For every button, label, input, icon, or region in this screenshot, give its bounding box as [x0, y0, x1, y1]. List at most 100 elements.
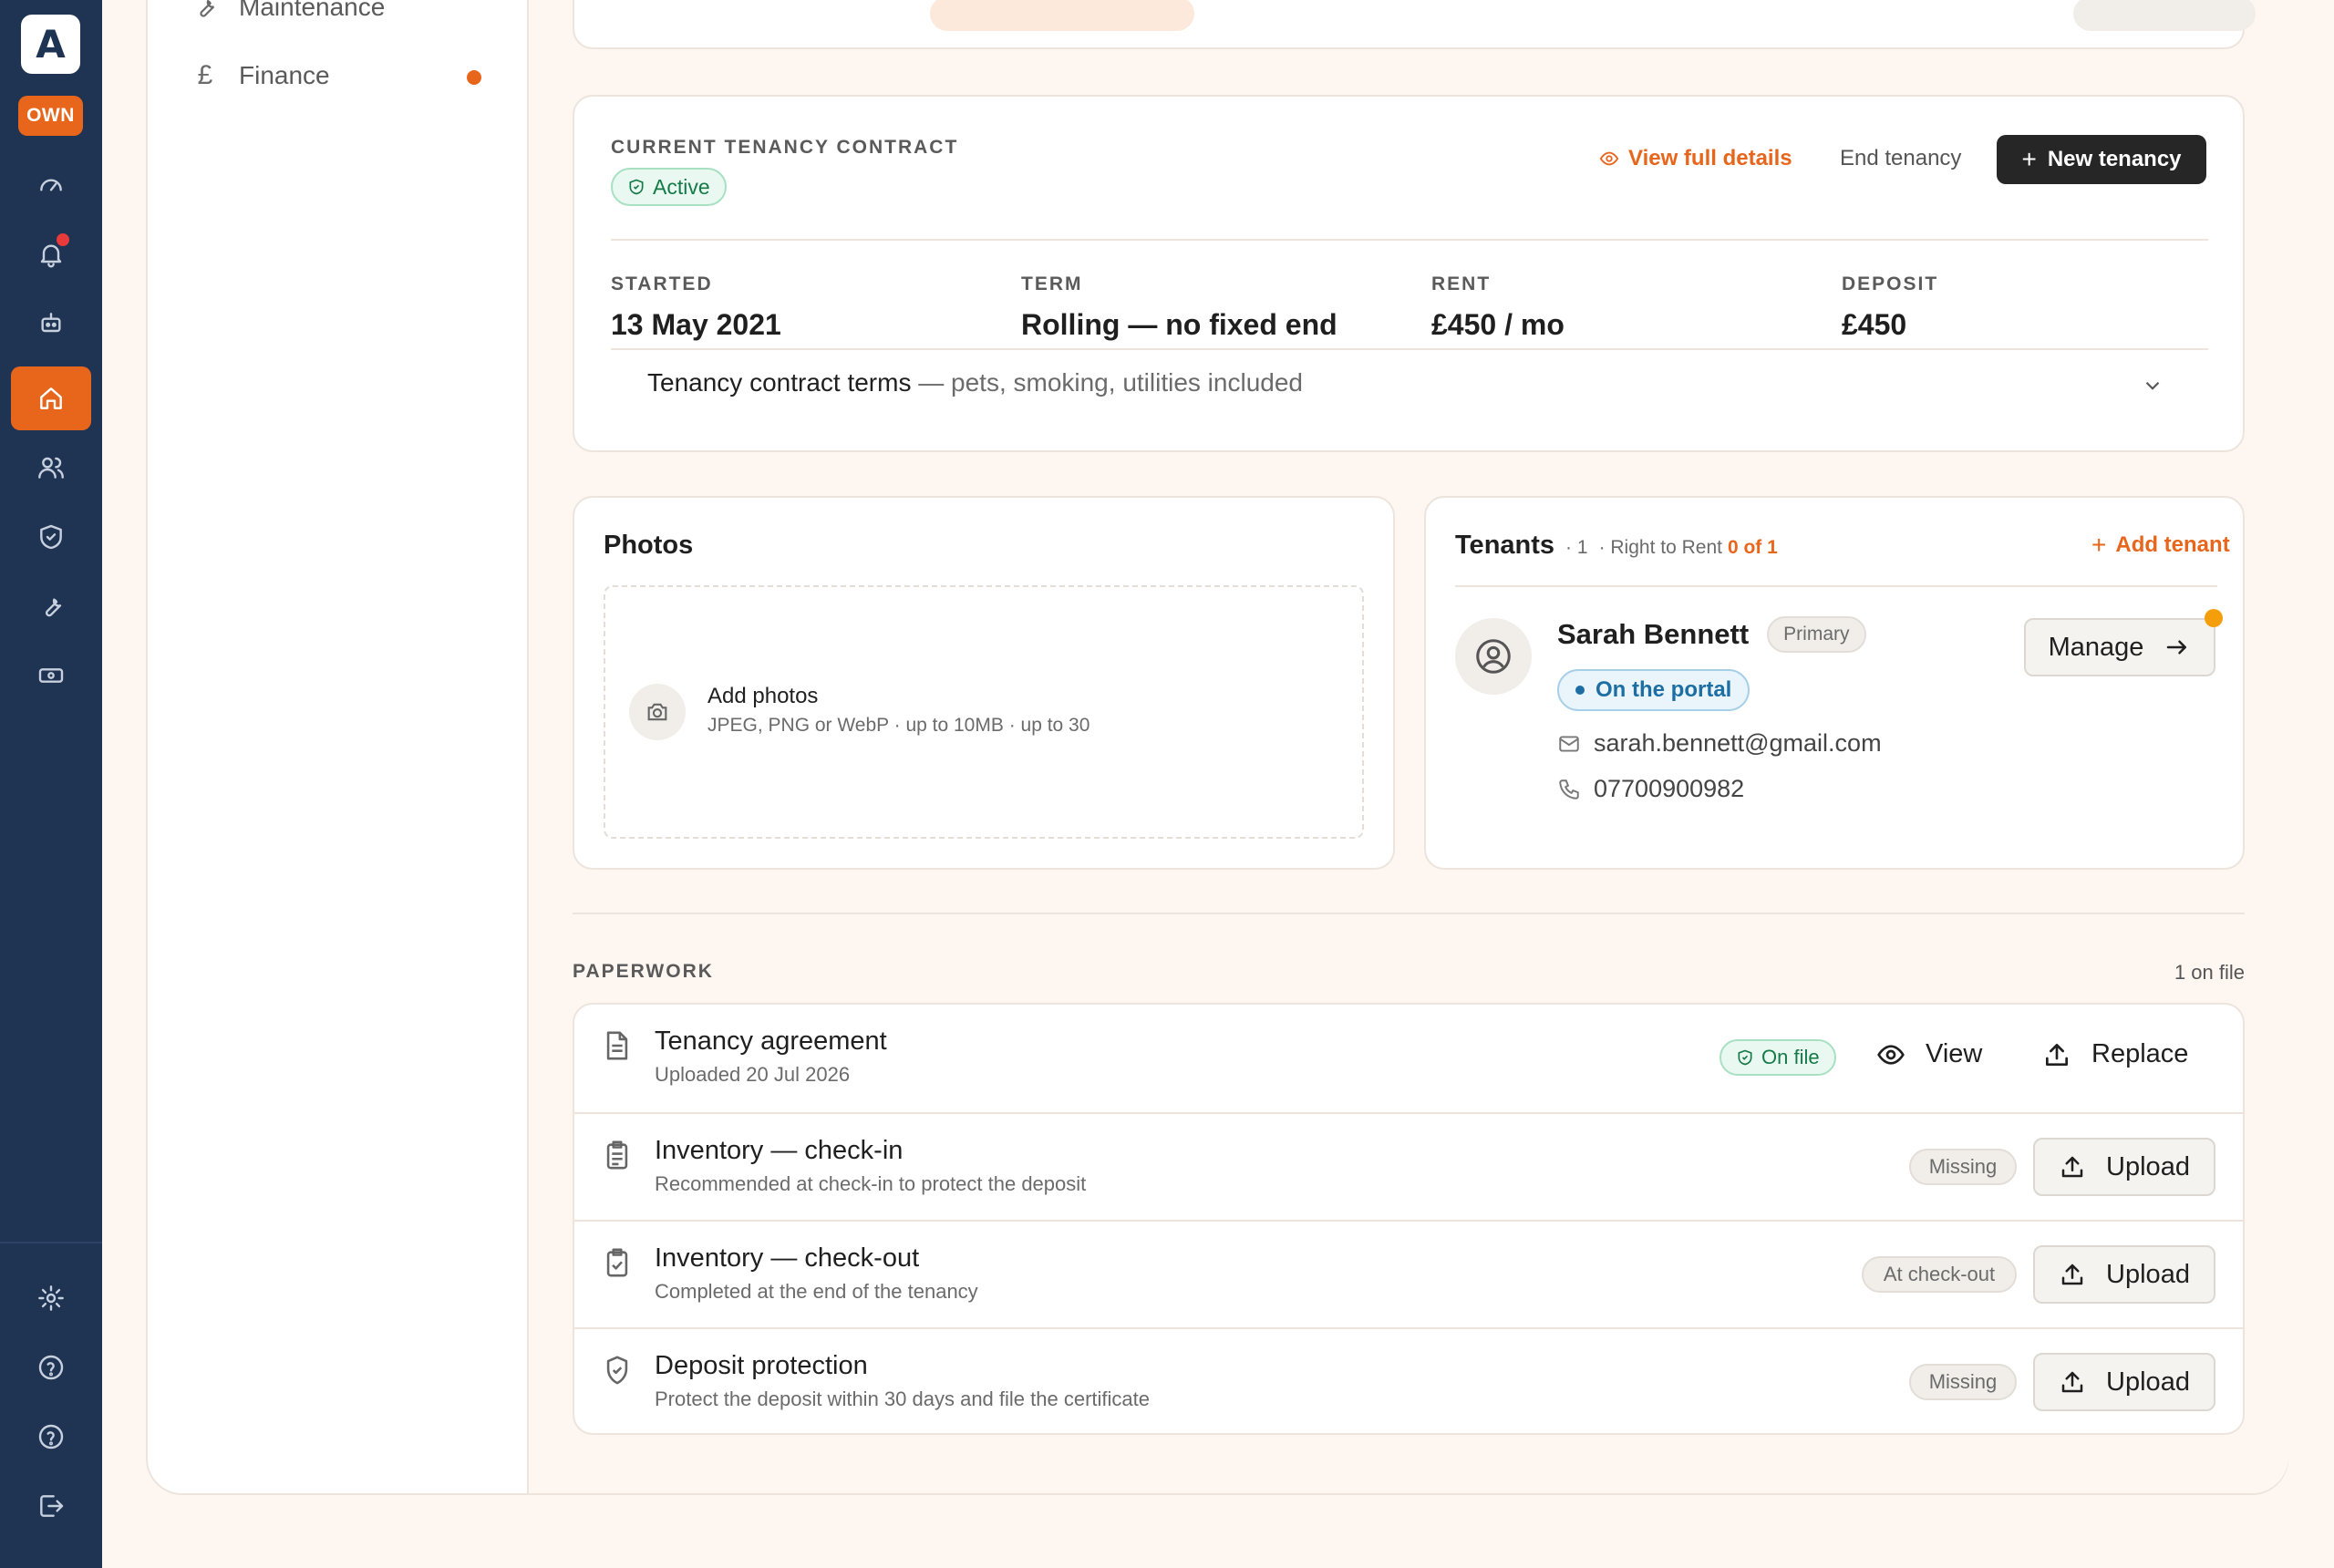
shield-check-icon	[606, 1356, 628, 1385]
rail-finance[interactable]	[11, 644, 91, 707]
chevron-down-icon	[2145, 381, 2160, 390]
tenants-header: Tenants · 1 · Right to Rent 0 of 1	[1455, 531, 1778, 561]
tenancy-terms-toggle[interactable]: Tenancy contract terms — pets, smoking, …	[611, 350, 2208, 419]
app-logo[interactable]: A	[21, 15, 80, 74]
term-label: TERM	[1021, 273, 1083, 294]
paperwork-eyebrow: PAPERWORK	[573, 961, 714, 982]
add-photos-label: Add photos	[707, 684, 819, 708]
paperwork-title: Deposit protection	[655, 1351, 868, 1380]
subnav-label: Maintenance	[239, 0, 386, 21]
at-checkout-badge: At check-out	[1862, 1256, 2017, 1293]
rail-properties[interactable]	[11, 366, 91, 430]
upload-icon	[2061, 1371, 2083, 1393]
status-dot	[1575, 686, 1585, 695]
divider	[1455, 585, 2217, 587]
upload-icon	[2046, 1043, 2068, 1066]
view-full-details-link[interactable]: View full details	[1599, 146, 1792, 171]
add-tenant-button[interactable]: + Add tenant	[2091, 531, 2230, 560]
right-to-rent-label: · Right to Rent	[1598, 537, 1722, 558]
rail-notifications[interactable]	[11, 222, 91, 286]
tenant-email[interactable]: sarah.bennett@gmail.com	[1557, 729, 1882, 758]
tenants-card: Tenants · 1 · Right to Rent 0 of 1 + Add…	[1424, 496, 2245, 870]
shield-check-icon	[1738, 1049, 1752, 1066]
rail-compliance[interactable]	[11, 505, 91, 569]
eye-icon	[1877, 1044, 1905, 1065]
rail-assistant[interactable]	[11, 292, 91, 356]
shield-check-icon	[629, 179, 644, 195]
subnav-item-finance[interactable]: £ Finance	[191, 60, 330, 91]
tenancy-contract-card: CURRENT TENANCY CONTRACT Active View ful…	[573, 95, 2245, 452]
upload-inventory-checkout-button[interactable]: Upload	[2033, 1245, 2215, 1304]
property-subnav: Maintenance £ Finance	[146, 0, 529, 1493]
property-content: CURRENT TENANCY CONTRACT Active View ful…	[529, 0, 2288, 1493]
document-icon	[606, 1031, 628, 1060]
app-rail: A OWN	[0, 0, 102, 1568]
paperwork-subtitle: Uploaded 20 Jul 2026	[655, 1063, 851, 1086]
pound-icon: £	[197, 60, 213, 90]
paperwork-row-tenancy-agreement: Tenancy agreement Uploaded 20 Jul 2026 O…	[574, 1005, 2243, 1112]
paperwork-row-deposit-protection: Deposit protection Protect the deposit w…	[574, 1327, 2243, 1433]
paperwork-list: Tenancy agreement Uploaded 20 Jul 2026 O…	[573, 1003, 2245, 1435]
plus-icon: +	[2021, 145, 2037, 173]
avatar	[1455, 618, 1532, 695]
replace-document-button[interactable]: Replace	[2042, 1039, 2188, 1069]
terms-detail: — pets, smoking, utilities included	[918, 368, 1303, 397]
rail-settings[interactable]	[11, 1266, 91, 1330]
new-tenancy-button[interactable]: + New tenancy	[1997, 135, 2206, 184]
people-icon	[38, 457, 64, 479]
missing-badge: Missing	[1909, 1364, 2017, 1400]
paperwork-subtitle: Recommended at check-in to protect the d…	[655, 1172, 1087, 1195]
dashboard-icon	[40, 179, 62, 191]
view-document-button[interactable]: View	[1876, 1039, 1982, 1069]
upload-inventory-checkin-button[interactable]: Upload	[2033, 1138, 2215, 1196]
rail-support[interactable]	[11, 1405, 91, 1469]
deposit-value: £450	[1842, 308, 1907, 341]
paperwork-title: Inventory — check-in	[655, 1136, 904, 1165]
action-button-partial[interactable]	[2073, 0, 2256, 31]
notification-dot	[55, 232, 71, 248]
finance-alert-dot	[467, 70, 481, 85]
manage-alert-dot	[2205, 609, 2223, 627]
own-badge[interactable]: OWN	[18, 96, 83, 136]
paperwork-title: Tenancy agreement	[655, 1026, 887, 1056]
terms-title: Tenancy contract terms	[647, 368, 912, 397]
clipboard-list-icon	[606, 1140, 628, 1170]
paperwork-row-inventory-checkout: Inventory — check-out Completed at the e…	[574, 1220, 2243, 1327]
right-to-rent-value: 0 of 1	[1727, 537, 1778, 558]
missing-badge: Missing	[1909, 1149, 2017, 1185]
upload-icon	[2061, 1264, 2083, 1285]
paperwork-title: Inventory — check-out	[655, 1243, 920, 1273]
help-icon	[38, 1355, 64, 1380]
term-value: Rolling — no fixed end	[1021, 308, 1337, 341]
tenants-count: · 1	[1565, 537, 1588, 558]
camera-icon	[647, 703, 667, 721]
shield-icon	[40, 524, 62, 550]
mail-icon	[1559, 735, 1579, 752]
rail-people[interactable]	[11, 436, 91, 500]
tenancy-eyebrow: CURRENT TENANCY CONTRACT	[611, 137, 959, 158]
tenant-name[interactable]: Sarah Bennett	[1557, 618, 1749, 651]
eye-icon	[1599, 151, 1619, 166]
photo-dropzone[interactable]: Add photos JPEG, PNG or WebP · up to 10M…	[604, 585, 1364, 839]
end-tenancy-button[interactable]: End tenancy	[1840, 146, 1961, 171]
rail-help[interactable]	[11, 1336, 91, 1399]
clipboard-check-icon	[606, 1248, 628, 1277]
primary-badge: Primary	[1767, 616, 1866, 653]
plus-icon: +	[2091, 531, 2107, 559]
rail-maintenance[interactable]	[11, 574, 91, 638]
subnav-label: Finance	[239, 61, 330, 89]
rail-logout[interactable]	[11, 1474, 91, 1538]
subnav-item-maintenance[interactable]: Maintenance	[191, 0, 385, 22]
paperwork-subtitle: Completed at the end of the tenancy	[655, 1280, 978, 1303]
upload-deposit-protection-button[interactable]: Upload	[2033, 1353, 2215, 1411]
manage-tenant-button[interactable]: Manage	[2024, 618, 2215, 676]
paperwork-subtitle: Protect the deposit within 30 days and f…	[655, 1387, 1150, 1410]
started-value: 13 May 2021	[611, 308, 781, 341]
tenant-phone[interactable]: 07700900982	[1557, 775, 1744, 803]
rail-dashboard[interactable]	[11, 153, 91, 217]
section-divider	[573, 913, 2245, 914]
rent-value: £450 / mo	[1431, 308, 1565, 341]
portal-status-badge: On the portal	[1557, 669, 1750, 711]
started-label: STARTED	[611, 273, 713, 294]
tenants-title: Tenants	[1455, 531, 1555, 560]
